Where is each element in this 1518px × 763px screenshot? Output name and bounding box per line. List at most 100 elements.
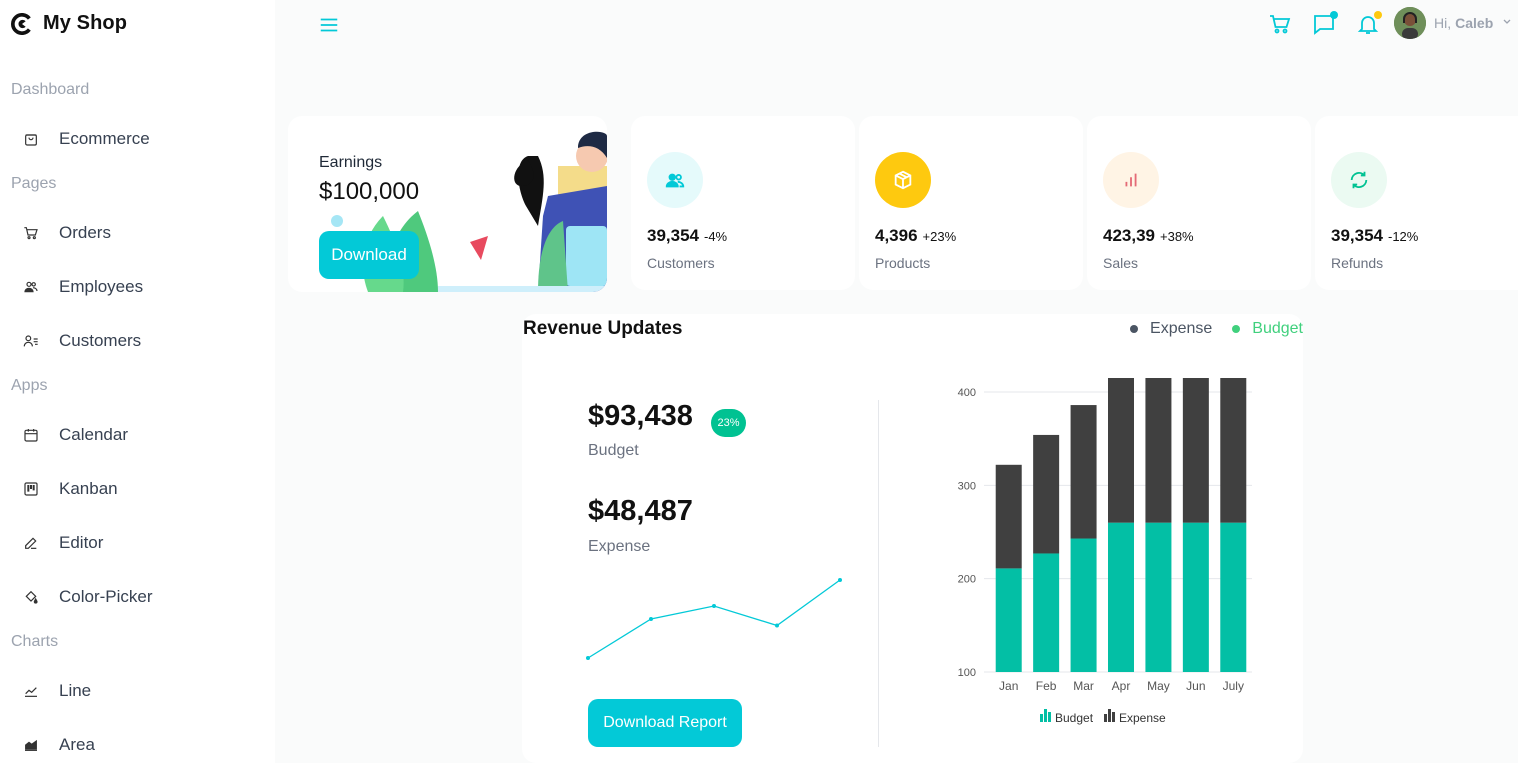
bar-budget[interactable] xyxy=(1220,522,1247,672)
sidebar-item-label: Area xyxy=(59,735,95,754)
chart-legend-budget[interactable]: Budget xyxy=(1040,709,1094,725)
y-tick-label: 300 xyxy=(958,480,976,492)
earnings-value: $100,000 xyxy=(319,178,420,205)
bar-expense[interactable] xyxy=(995,464,1022,569)
sparkline-point xyxy=(649,617,653,621)
section-apps: Apps xyxy=(11,377,48,394)
y-tick-label: 200 xyxy=(958,574,976,586)
stat-label: Sales xyxy=(1103,255,1139,271)
sidebar-item-area[interactable]: Area xyxy=(22,731,95,759)
bar-budget[interactable] xyxy=(1182,522,1209,672)
cart-icon xyxy=(22,225,39,242)
kanban-icon xyxy=(22,481,39,498)
cart-icon xyxy=(1270,15,1291,34)
stat-card-customers: 39,354 -4% Customers xyxy=(631,116,855,290)
hamburger-icon xyxy=(320,18,338,32)
stat-number: 423,39 xyxy=(1103,226,1155,245)
sidebar-item-employees[interactable]: Employees xyxy=(22,273,143,301)
bar-budget[interactable] xyxy=(1145,522,1172,672)
stat-icon-button[interactable] xyxy=(647,152,703,208)
sidebar-item-label: Ecommerce xyxy=(59,129,150,148)
chart-legend-label: Budget xyxy=(1055,711,1094,725)
stat-value: 39,354 -12% xyxy=(1331,226,1418,246)
expense-value: $48,487 xyxy=(588,495,693,527)
area-chart-icon xyxy=(22,737,39,754)
section-charts: Charts xyxy=(11,633,59,650)
bar-expense[interactable] xyxy=(1033,434,1060,554)
stat-icon-button[interactable] xyxy=(1331,152,1387,208)
bar-budget[interactable] xyxy=(1070,538,1097,672)
stat-icon-button[interactable] xyxy=(875,152,931,208)
user-name: Caleb xyxy=(1455,15,1494,31)
stat-change: +38% xyxy=(1160,229,1194,244)
stat-number: 39,354 xyxy=(1331,226,1383,245)
user-greeting[interactable]: Hi, Caleb xyxy=(1434,15,1493,31)
sidebar-item-kanban[interactable]: Kanban xyxy=(22,475,118,503)
stat-card-refunds: 39,354 -12% Refunds xyxy=(1315,116,1518,290)
download-button[interactable]: Download xyxy=(319,231,419,279)
stat-value: 4,396 +23% xyxy=(875,226,956,246)
chevron-down-icon[interactable] xyxy=(1502,17,1512,27)
notification-dot xyxy=(1374,11,1382,19)
sidebar-item-calendar[interactable]: Calendar xyxy=(22,421,128,449)
stat-value: 423,39 +38% xyxy=(1103,226,1194,246)
sparkline-chart xyxy=(586,578,842,660)
chat-notification-dot xyxy=(1330,11,1338,19)
sparkline-point xyxy=(586,656,590,660)
bar-budget[interactable] xyxy=(1033,553,1060,672)
avatar[interactable] xyxy=(1394,7,1426,39)
revenue-bar-chart: 100 200 300 400 Jan Feb Mar Apr May Jun July Budget… xyxy=(958,378,1252,725)
logo-icon xyxy=(11,12,31,35)
revenue-card: Revenue Updates Expense Budget $93,438 2… xyxy=(522,314,1303,763)
legend-expense-label: Expense xyxy=(1150,320,1213,337)
stat-number: 39,354 xyxy=(647,226,699,245)
y-tick-label: 100 xyxy=(958,667,976,679)
greeting-text: Hi, xyxy=(1434,15,1452,31)
y-tick-label: 400 xyxy=(958,387,976,399)
sidebar-item-customers[interactable]: Customers xyxy=(22,327,141,355)
stat-card-sales: 423,39 +38% Sales xyxy=(1087,116,1311,290)
edit-icon xyxy=(22,535,39,552)
bar-expense[interactable] xyxy=(1145,378,1172,523)
download-report-button[interactable]: Download Report xyxy=(588,699,742,747)
sidebar-item-label: Kanban xyxy=(59,479,118,498)
cart-button[interactable] xyxy=(1268,12,1292,36)
sidebar-item-label: Calendar xyxy=(59,425,128,444)
sidebar-item-label: Customers xyxy=(59,331,142,350)
sparkline-point xyxy=(712,604,716,608)
x-tick-label: May xyxy=(1147,679,1170,693)
stat-label: Refunds xyxy=(1331,255,1384,271)
bar-budget[interactable] xyxy=(995,568,1022,672)
bar-expense[interactable] xyxy=(1108,378,1134,523)
stat-card-products: 4,396 +23% Products xyxy=(859,116,1083,290)
expense-label: Expense xyxy=(588,538,651,555)
menu-toggle-button[interactable] xyxy=(318,14,340,36)
bar-budget[interactable] xyxy=(1108,522,1134,672)
paint-bucket-icon xyxy=(22,589,39,606)
refresh-icon xyxy=(1350,171,1368,189)
sidebar-item-label: Employees xyxy=(59,277,144,296)
x-tick-label: Jun xyxy=(1186,679,1205,693)
chart-legend-label: Expense xyxy=(1119,711,1166,725)
brand-logo-link[interactable]: My Shop xyxy=(11,12,127,35)
sidebar-item-line[interactable]: Line xyxy=(22,677,91,705)
chart-legend-expense[interactable]: Expense xyxy=(1104,709,1166,725)
sidebar-item-orders[interactable]: Orders xyxy=(22,219,111,247)
bar-expense[interactable] xyxy=(1070,405,1097,539)
legend-budget: Budget xyxy=(1232,320,1303,338)
calendar-icon xyxy=(22,427,39,444)
sidebar-item-label: Orders xyxy=(59,223,111,242)
earnings-label: Earnings xyxy=(319,154,383,171)
bar-expense[interactable] xyxy=(1182,378,1209,523)
stat-value: 39,354 -4% xyxy=(647,226,727,246)
bar-chart-icon xyxy=(1125,173,1137,187)
sidebar-item-editor[interactable]: Editor xyxy=(22,529,103,557)
shopping-bag-icon xyxy=(22,131,39,148)
sidebar-item-ecommerce[interactable]: Ecommerce xyxy=(22,125,150,153)
brand-name: My Shop xyxy=(43,12,128,34)
sidebar-item-color-picker[interactable]: Color-Picker xyxy=(22,583,153,611)
user-photo xyxy=(1394,7,1426,39)
legend-budget-label: Budget xyxy=(1252,320,1303,337)
stat-icon-button[interactable] xyxy=(1103,152,1159,208)
bar-expense[interactable] xyxy=(1220,378,1247,523)
